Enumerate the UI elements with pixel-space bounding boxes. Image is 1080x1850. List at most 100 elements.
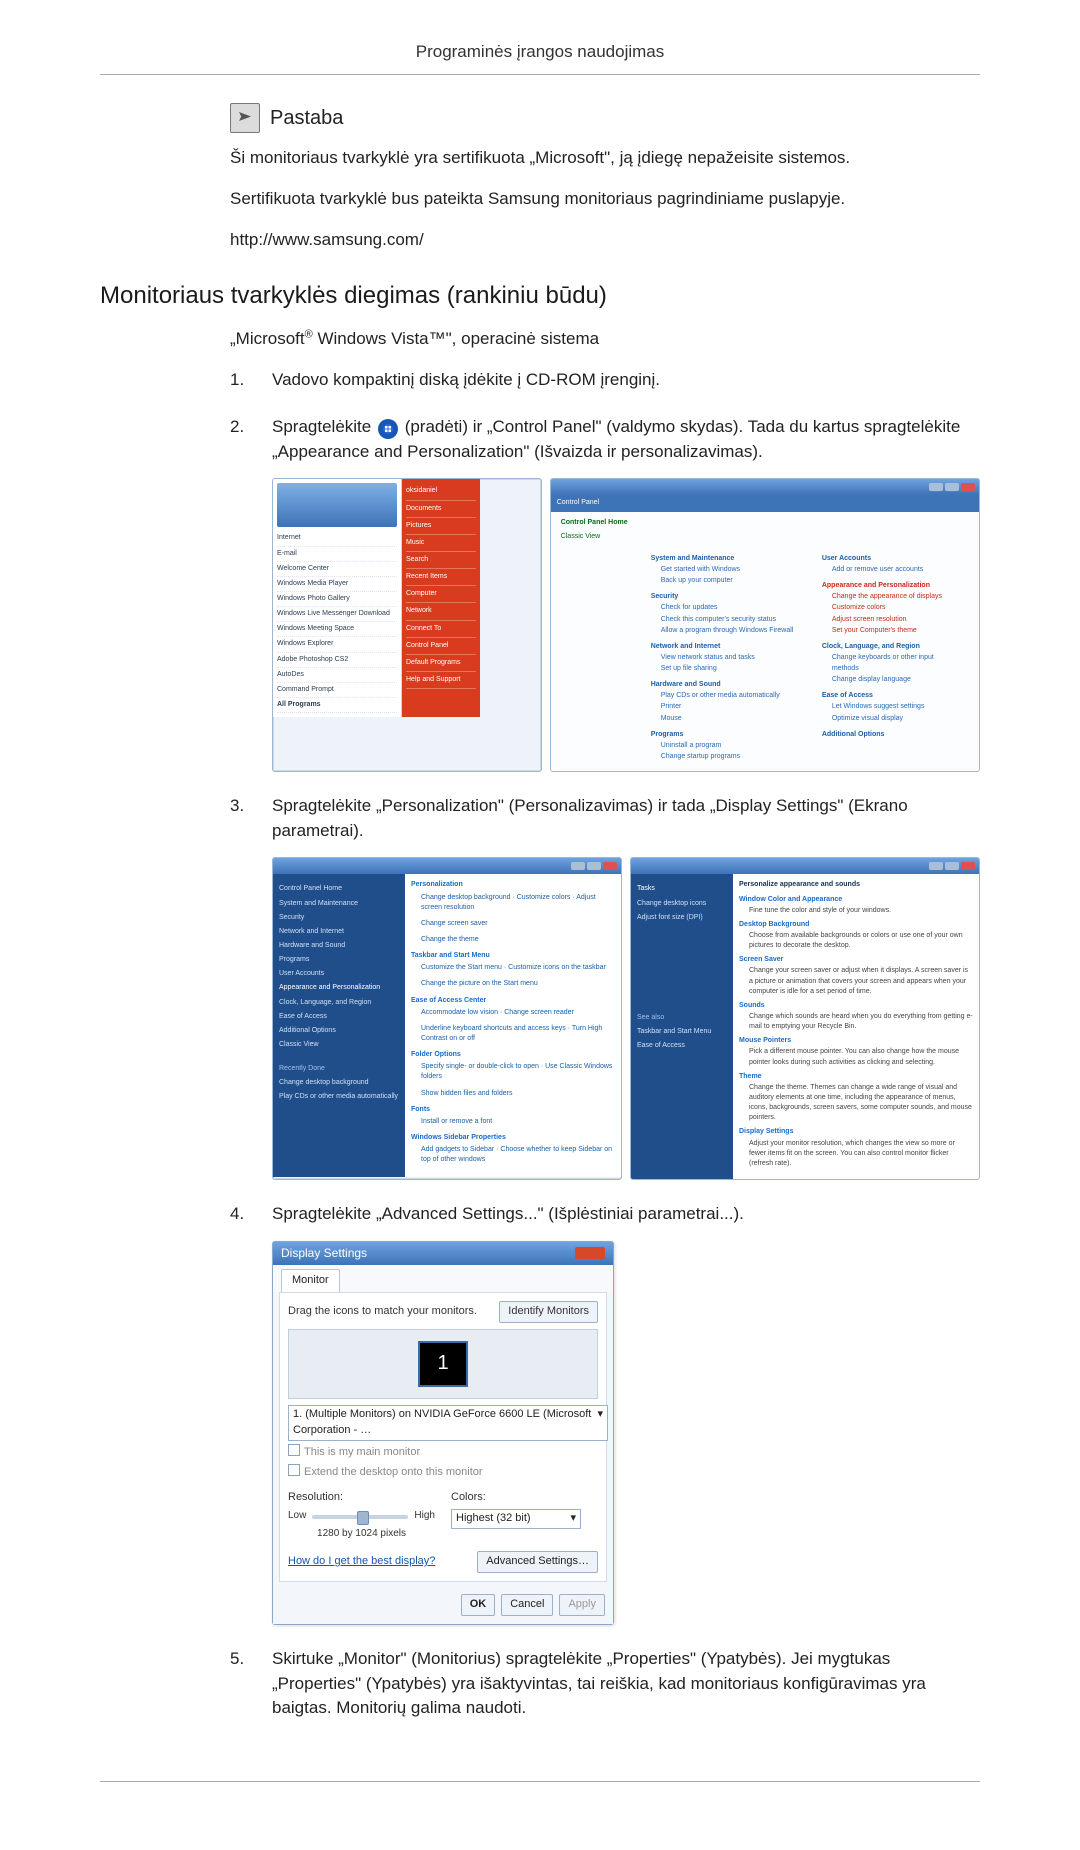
cp-cat[interactable]: Security	[651, 592, 802, 602]
personalization-link[interactable]: Personalization	[411, 880, 615, 890]
snd-link[interactable]: Sounds	[739, 1001, 973, 1011]
cp-sub[interactable]: Play CDs or other media automatically	[661, 691, 802, 701]
cp-sub[interactable]: Add or remove user accounts	[832, 565, 973, 575]
cp-sub[interactable]: Change keyboards or other input	[832, 653, 973, 663]
cp-sub[interactable]: Check for updates	[661, 603, 802, 613]
color-select[interactable]: Highest (32 bit)▾	[451, 1509, 581, 1529]
start-item[interactable]: Welcome Center	[277, 562, 397, 577]
start-right[interactable]: Search	[406, 552, 476, 569]
nav-recent-item[interactable]: Play CDs or other media automatically	[279, 1092, 399, 1102]
cp-sub[interactable]: Change startup programs	[661, 752, 802, 762]
tab-monitor[interactable]: Monitor	[281, 1269, 340, 1292]
minimize-icon[interactable]	[571, 862, 585, 870]
help-link[interactable]: How do I get the best display?	[288, 1554, 435, 1570]
close-icon[interactable]	[961, 483, 975, 491]
cp-cat[interactable]: Additional Options	[822, 730, 973, 740]
fonts-link[interactable]: Fonts	[411, 1105, 615, 1115]
sub[interactable]: Change screen saver	[421, 919, 615, 929]
start-right[interactable]: Help and Support	[406, 672, 476, 689]
start-item[interactable]: Adobe Photoshop CS2	[277, 653, 397, 668]
cp-sub[interactable]: Customize colors	[832, 603, 973, 613]
cp-sub[interactable]: Printer	[661, 702, 802, 712]
sub[interactable]: Customize the Start menu · Customize ico…	[421, 963, 615, 973]
minimize-icon[interactable]	[929, 862, 943, 870]
nav-item[interactable]: Control Panel Home	[279, 884, 399, 894]
maximize-icon[interactable]	[587, 862, 601, 870]
sub[interactable]: Specify single- or double-click to open …	[421, 1062, 615, 1082]
cp-classic[interactable]: Classic View	[561, 532, 973, 542]
cp-sub[interactable]: Let Windows suggest settings	[832, 702, 973, 712]
taskbar-link[interactable]: Taskbar and Start Menu	[411, 951, 615, 961]
start-right[interactable]: Music	[406, 535, 476, 552]
start-item[interactable]: Windows Meeting Space	[277, 622, 397, 637]
cp-sub[interactable]: Check this computer's security status	[661, 615, 802, 625]
sub[interactable]: Add gadgets to Sidebar · Choose whether …	[421, 1145, 615, 1165]
maximize-icon[interactable]	[945, 862, 959, 870]
cp-sub[interactable]: Get started with Windows	[661, 565, 802, 575]
start-item[interactable]: Windows Explorer	[277, 637, 397, 652]
ease-link[interactable]: Ease of Access Center	[411, 996, 615, 1006]
ok-button[interactable]: OK	[461, 1594, 496, 1616]
db-link[interactable]: Desktop Background	[739, 920, 973, 930]
cp-sub[interactable]: Allow a program through Windows Firewall	[661, 626, 802, 636]
nav-item[interactable]: Classic View	[279, 1040, 399, 1050]
nav-item[interactable]: Hardware and Sound	[279, 941, 399, 951]
see-also-link[interactable]: Ease of Access	[637, 1041, 727, 1051]
sub[interactable]: Underline keyboard shortcuts and access …	[421, 1024, 615, 1044]
sub[interactable]: Install or remove a font	[421, 1117, 615, 1127]
sub[interactable]: Change the picture on the Start menu	[421, 979, 615, 989]
start-right[interactable]: Documents	[406, 501, 476, 518]
cp-sub[interactable]: Back up your computer	[661, 576, 802, 586]
start-item[interactable]: Windows Media Player	[277, 577, 397, 592]
ss-link[interactable]: Screen Saver	[739, 955, 973, 965]
maximize-icon[interactable]	[945, 483, 959, 491]
mp-link[interactable]: Mouse Pointers	[739, 1036, 973, 1046]
start-item[interactable]: Internet	[277, 531, 397, 546]
cp-sub[interactable]: View network status and tasks	[661, 653, 802, 663]
cp-cat[interactable]: Ease of Access	[822, 691, 973, 701]
cp-sub[interactable]: Set up file sharing	[661, 664, 802, 674]
nav-item-active[interactable]: Appearance and Personalization	[279, 983, 399, 993]
see-also-link[interactable]: Taskbar and Start Menu	[637, 1027, 727, 1037]
sub[interactable]: Show hidden files and folders	[421, 1089, 615, 1099]
start-right[interactable]: Connect To	[406, 621, 476, 638]
monitor-select[interactable]: 1. (Multiple Monitors) on NVIDIA GeForce…	[288, 1405, 608, 1441]
monitor-arrange-area[interactable]: 1	[288, 1329, 598, 1399]
close-icon[interactable]	[961, 862, 975, 870]
cp-sub[interactable]: Change the appearance of displays	[832, 592, 973, 602]
slider-thumb[interactable]	[357, 1511, 369, 1525]
cp-appearance[interactable]: Appearance and Personalization	[822, 581, 973, 591]
folder-link[interactable]: Folder Options	[411, 1050, 615, 1060]
nav-item[interactable]: Programs	[279, 955, 399, 965]
nav-item[interactable]: Clock, Language, and Region	[279, 998, 399, 1008]
task-link[interactable]: Change desktop icons	[637, 899, 727, 909]
start-right[interactable]: Recent Items	[406, 569, 476, 586]
cp-cat[interactable]: System and Maintenance	[651, 554, 802, 564]
task-link[interactable]: Adjust font size (DPI)	[637, 913, 727, 923]
apply-button[interactable]: Apply	[559, 1594, 605, 1616]
nav-item[interactable]: Additional Options	[279, 1026, 399, 1036]
sub[interactable]: Change desktop background · Customize co…	[421, 893, 615, 913]
start-right[interactable]: Computer	[406, 586, 476, 603]
wc-link[interactable]: Window Color and Appearance	[739, 895, 973, 905]
start-right[interactable]: oksidaniel	[406, 483, 476, 500]
start-right[interactable]: Pictures	[406, 518, 476, 535]
start-right control-panel[interactable]: Control Panel	[406, 638, 476, 655]
start-right[interactable]: Default Programs	[406, 655, 476, 672]
cp-sub[interactable]: Optimize visual display	[832, 714, 973, 724]
nav-item[interactable]: User Accounts	[279, 969, 399, 979]
cp-cat[interactable]: User Accounts	[822, 554, 973, 564]
nav-item[interactable]: System and Maintenance	[279, 899, 399, 909]
cp-sub[interactable]: Adjust screen resolution	[832, 615, 973, 625]
all-programs[interactable]: All Programs	[277, 698, 397, 713]
start-item[interactable]: Windows Live Messenger Download	[277, 607, 397, 622]
th-link[interactable]: Theme	[739, 1072, 973, 1082]
start-right[interactable]: Network	[406, 603, 476, 620]
cp-sub[interactable]: Change display language	[832, 675, 973, 685]
identify-monitors-button[interactable]: Identify Monitors	[499, 1301, 598, 1323]
display-settings-link[interactable]: Display Settings	[739, 1127, 973, 1137]
sidebar-link[interactable]: Windows Sidebar Properties	[411, 1133, 615, 1143]
cp-sub[interactable]: Uninstall a program	[661, 741, 802, 751]
advanced-settings-button[interactable]: Advanced Settings…	[477, 1551, 598, 1573]
sub[interactable]: Change the theme	[421, 935, 615, 945]
